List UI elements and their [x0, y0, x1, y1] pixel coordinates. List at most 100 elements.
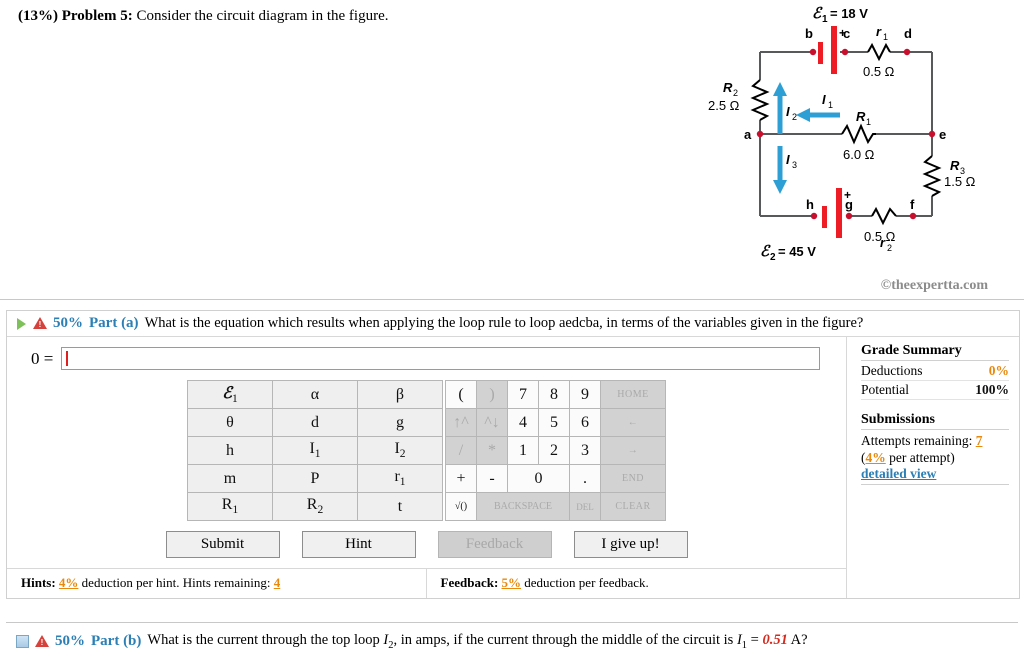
part-a-title-row: 50% Part (a) What is the equation which …	[7, 311, 1019, 337]
answer-input[interactable]	[61, 347, 820, 370]
label-emf2-sub: 2	[770, 252, 776, 263]
keypad-key-0[interactable]: 0	[507, 464, 570, 493]
action-buttons: Submit Hint Feedback I give up!	[7, 523, 846, 568]
play-icon[interactable]	[17, 317, 26, 330]
hints-percent[interactable]: 4%	[59, 575, 79, 590]
keypad-key-[interactable]: β	[357, 380, 443, 409]
hints-info: Hints: 4% deduction per hint. Hints rema…	[7, 569, 427, 598]
keypad-key-h[interactable]: h	[187, 436, 273, 465]
keypad-key-7[interactable]: 7	[507, 380, 539, 409]
per-attempt-percent[interactable]: 4%	[866, 450, 886, 465]
potential-label: Potential	[861, 382, 909, 397]
battery-emf1	[818, 26, 837, 74]
feedback-button: Feedback	[437, 531, 552, 558]
keypad-key-9[interactable]: 9	[569, 380, 601, 409]
hints-text: deduction per hint. Hints remaining:	[81, 575, 271, 590]
hints-label: Hints:	[21, 575, 56, 590]
resistor-R2	[750, 79, 770, 121]
keypad-key-5[interactable]: 5	[538, 408, 570, 437]
keypad-key-m[interactable]: m	[187, 464, 273, 493]
potential-value: 100%	[975, 382, 1009, 397]
numeric-keypad: () 7 8 9 HOME ↑^ ^↓ 4 5 6 ← / * 1 2 3 → + -0. END √() BACKSPA…	[445, 380, 666, 521]
hints-remaining[interactable]: 4	[274, 575, 281, 590]
keypad-key-P[interactable]: P	[272, 464, 358, 493]
text-caret	[66, 351, 68, 366]
part-b-divider	[6, 622, 1018, 623]
keypad-key-d[interactable]: d	[272, 408, 358, 437]
keypad-key-r1[interactable]: r1	[357, 464, 443, 493]
label-R1: R	[856, 109, 866, 124]
watermark: ©theexpertta.com	[880, 278, 988, 293]
label-node-b: b	[805, 26, 813, 41]
label-emf1-value: = 18 V	[830, 6, 868, 21]
part-b-text-1: What is the current through the top loop	[147, 632, 380, 648]
detailed-view-link[interactable]: detailed view	[861, 466, 1009, 485]
keypad-key-R1[interactable]: R1	[187, 492, 273, 521]
keypad-row: ↑^ ^↓ 4 5 6 ←	[445, 408, 666, 437]
keypad-key-sym[interactable]: +	[445, 464, 477, 493]
per-attempt-row: (4% per attempt)	[861, 450, 1009, 466]
keypad-key-8[interactable]: 8	[538, 380, 570, 409]
label-R2-sub: 2	[733, 88, 738, 98]
warning-icon	[35, 634, 49, 649]
keypad-key-sym[interactable]: .	[569, 464, 601, 493]
keypad-key-6[interactable]: 6	[569, 408, 601, 437]
keypad-row: √() BACKSPACE DEL CLEAR	[445, 492, 666, 521]
keypad-key-[interactable]: θ	[187, 408, 273, 437]
keypad-key-del: DEL	[569, 492, 601, 521]
keypad-key-t[interactable]: t	[357, 492, 443, 521]
keypad-key-I1[interactable]: I1	[272, 436, 358, 465]
attempts-value: 7	[975, 433, 983, 448]
keypad-key-sym[interactable]: -	[476, 464, 508, 493]
label-I2: I	[786, 104, 790, 119]
label-R2: R	[723, 80, 733, 95]
keypad-row: R1 R2 t	[187, 492, 443, 521]
keypad-key-subscript: 1	[314, 448, 321, 461]
keypad-key-g[interactable]: g	[357, 408, 443, 437]
label-node-g: g	[845, 197, 853, 212]
submissions-title: Submissions	[861, 412, 1009, 430]
keypad-key-subscript: 1	[399, 476, 406, 489]
keypad-key-sym[interactable]: (	[445, 380, 477, 409]
keypad-key-2[interactable]: 2	[538, 436, 570, 465]
keypad-row: / * 1 2 3 →	[445, 436, 666, 465]
label-I1-sub: 1	[828, 100, 833, 110]
part-b-value: 0.51	[762, 632, 788, 648]
keypad-key-R2[interactable]: R2	[272, 492, 358, 521]
keypad-key-[interactable]: α	[272, 380, 358, 409]
keypad-key-sym[interactable]: √()	[445, 492, 477, 521]
label-node-a: a	[744, 127, 752, 142]
keypad-key-4[interactable]: 4	[507, 408, 539, 437]
keypad-key-3[interactable]: 3	[569, 436, 601, 465]
give-up-button[interactable]: I give up!	[573, 531, 688, 558]
part-b-equals: =	[750, 632, 759, 648]
submit-button[interactable]: Submit	[165, 531, 280, 558]
keypad-key-sym: →	[600, 436, 666, 465]
label-I1: I	[822, 92, 826, 107]
label-I2-sub: 2	[792, 112, 797, 122]
keypad-key-subscript: 2	[317, 504, 324, 517]
potential-row: Potential 100%	[861, 381, 1009, 400]
keypad-key-1[interactable]: ℰ1	[187, 380, 273, 409]
part-b-question: What is the current through the top loop…	[147, 632, 807, 651]
square-icon[interactable]	[16, 634, 29, 648]
keypad-key-sym: ←	[600, 408, 666, 437]
keypad-key-sym: ↑^	[445, 408, 477, 437]
hint-button[interactable]: Hint	[301, 531, 416, 558]
part-a-section: 50% Part (a) What is the equation which …	[6, 310, 1020, 599]
keypad-key-sym: )	[476, 380, 508, 409]
keypad-row: h I1 I2	[187, 436, 443, 465]
label-R1-sub: 1	[866, 117, 871, 127]
keypad-key-clear: CLEAR	[600, 492, 666, 521]
feedback-percent[interactable]: 5%	[502, 575, 522, 590]
keypad-row: m Pr1	[187, 464, 443, 493]
keypad-key-subscript: 1	[231, 393, 238, 406]
problem-percent: (13%)	[18, 8, 58, 24]
keypad-row: + -0. END	[445, 464, 666, 493]
label-r1: r	[876, 24, 882, 39]
per-attempt-text: per attempt)	[889, 450, 955, 465]
part-b-label: Part (b)	[91, 632, 142, 649]
attempts-row: Attempts remaining: 7	[861, 432, 1009, 450]
keypad-key-1[interactable]: 1	[507, 436, 539, 465]
keypad-key-I2[interactable]: I2	[357, 436, 443, 465]
